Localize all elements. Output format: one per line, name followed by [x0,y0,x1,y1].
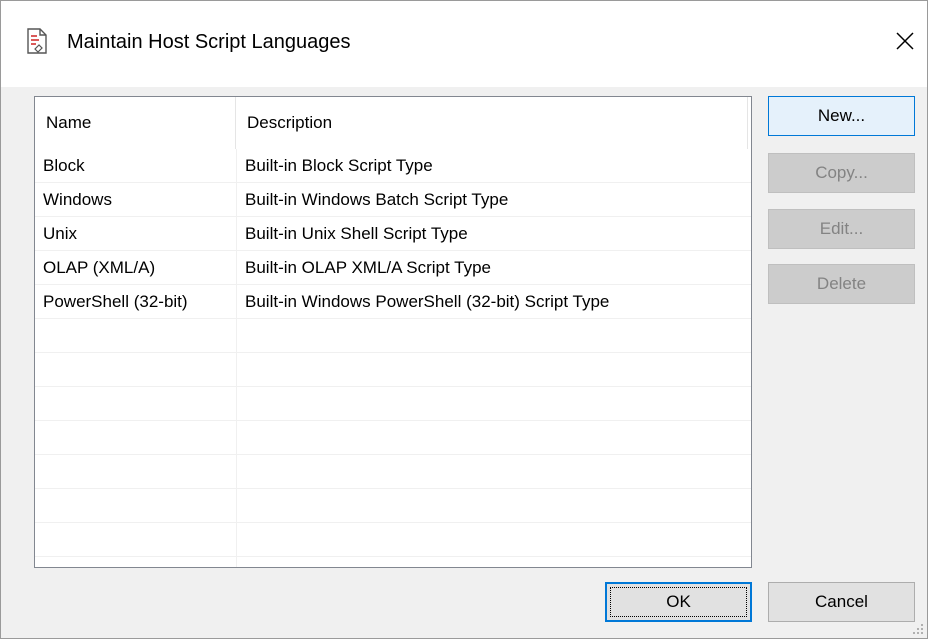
column-header-description[interactable]: Description [236,97,748,149]
row-description-cell: Built-in Block Script Type [245,156,433,175]
new-button[interactable]: New... [768,96,915,136]
ok-button[interactable]: OK [605,582,752,622]
empty-row[interactable] [35,455,751,489]
close-icon [896,32,914,50]
list-rows: Block Built-in Block Script Type Windows Bu… [35,149,751,557]
row-name-cell: Windows [43,190,112,209]
empty-row[interactable] [35,489,751,523]
dialog-window: Maintain Host Script Languages Name Desc… [0,0,928,639]
table-row[interactable]: Windows Built-in Windows Batch Script Typ… [35,183,751,217]
copy-button[interactable]: Copy... [768,153,915,193]
row-description-cell: Built-in Windows Batch Script Type [245,190,509,209]
row-name-cell: OLAP (XML/A) [43,258,156,277]
empty-row[interactable] [35,387,751,421]
document-script-icon [27,28,47,54]
row-name-cell: Unix [43,224,78,243]
focus-rectangle [610,587,747,617]
table-row[interactable]: Block Built-in Block Script Type [35,149,751,183]
resize-grip-icon[interactable] [912,623,924,635]
edit-button[interactable]: Edit... [768,209,915,249]
table-row[interactable]: Unix Built-in Unix Shell Script Type [35,217,751,251]
row-description-cell: Built-in Windows PowerShell (32-bit) Scr… [245,292,610,311]
row-description-cell: Built-in Unix Shell Script Type [245,224,468,243]
title-bar[interactable]: Maintain Host Script Languages [1,1,927,87]
dialog-title: Maintain Host Script Languages [67,31,351,53]
empty-row[interactable] [35,353,751,387]
empty-row[interactable] [35,421,751,455]
row-name-cell: PowerShell (32-bit) [43,292,188,311]
empty-row[interactable] [35,523,751,557]
header-filler [748,97,751,149]
list-header: Name Description [35,97,751,149]
empty-row[interactable] [35,319,751,353]
script-language-list[interactable]: Name Description Block Built-in Block Scr… [34,96,752,568]
cancel-button[interactable]: Cancel [768,582,915,622]
row-description-cell: Built-in OLAP XML/A Script Type [245,258,491,277]
table-row[interactable]: PowerShell (32-bit) Built-in Windows Powe… [35,285,751,319]
delete-button[interactable]: Delete [768,264,915,304]
table-row[interactable]: OLAP (XML/A) Built-in OLAP XML/A Script T… [35,251,751,285]
close-button[interactable] [887,23,923,59]
column-header-name[interactable]: Name [35,97,236,149]
row-name-cell: Block [43,156,85,175]
